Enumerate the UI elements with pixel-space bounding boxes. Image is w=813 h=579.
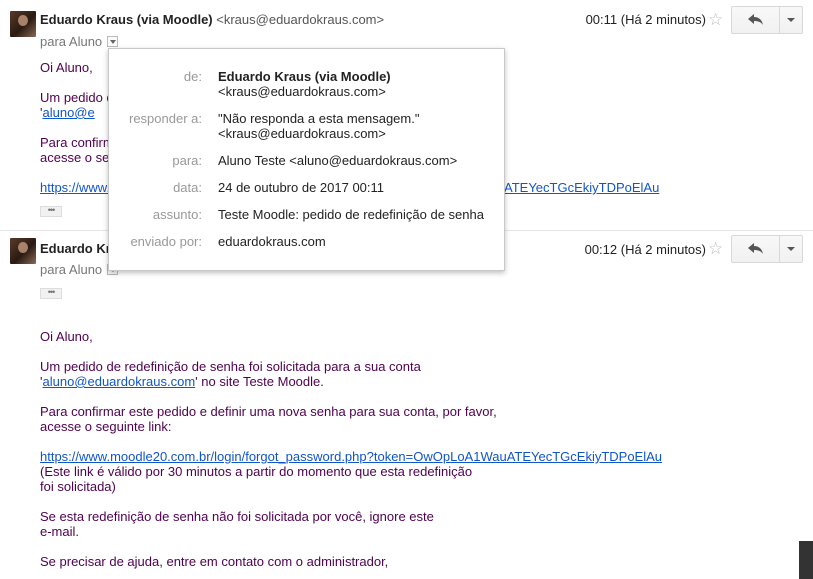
more-options-button[interactable] xyxy=(780,7,802,33)
details-dropdown-icon[interactable] xyxy=(107,36,119,47)
reply-arrow-icon xyxy=(747,14,763,25)
popup-subject-label: assunto: xyxy=(152,207,202,222)
email-greeting: Oi Aluno, xyxy=(40,329,93,344)
recipient-line: para Aluno xyxy=(40,34,119,49)
show-trimmed-content-icon[interactable]: ••• xyxy=(40,206,62,217)
reply-button[interactable] xyxy=(732,236,780,262)
collapsed-greeting: Oi Aluno, xyxy=(40,60,93,75)
star-outline-icon[interactable]: ☆ xyxy=(708,240,723,257)
reply-button-group xyxy=(731,6,803,34)
popup-date-label: data: xyxy=(173,180,202,195)
collapsed-link-tail-text[interactable]: ATEYecTGcEkiyTDPoElAu xyxy=(504,180,659,195)
email-paragraph-1-line-1: Um pedido de redefinição de senha foi so… xyxy=(40,359,421,374)
site-name-text: ' no site Teste Moodle. xyxy=(195,374,324,389)
sender-name[interactable]: Eduardo Kraus (via Moodle) xyxy=(40,12,213,27)
collapsed-line-2: 'aluno@e xyxy=(40,105,95,120)
account-email-link[interactable]: aluno@eduardokraus.com xyxy=(42,374,195,389)
reply-button[interactable] xyxy=(732,7,780,33)
popup-reply-name: "Não responda a esta mensagem." xyxy=(218,111,420,126)
email-paragraph-3-line-2: e-mail. xyxy=(40,524,80,539)
collapsed-link-text[interactable]: https://www. xyxy=(40,180,110,195)
email-paragraph-3-line-1: Se esta redefinição de senha não foi sol… xyxy=(40,509,434,524)
more-options-button[interactable] xyxy=(780,236,802,262)
email-paragraph-2-line-1: Para confirmar este pedido e definir uma… xyxy=(40,404,497,419)
message-timestamp: 00:12 (Há 2 minutos) xyxy=(584,242,706,257)
sender[interactable]: Eduardo Kraus (via Moodle) <kraus@eduard… xyxy=(40,12,384,27)
collapsed-link-tail[interactable]: ATEYecTGcEkiyTDPoElAu xyxy=(504,180,659,195)
reply-arrow-icon xyxy=(747,243,763,254)
collapsed-line-1: Um pedido d xyxy=(40,90,114,105)
reset-password-link[interactable]: https://www.moodle20.com.br/login/forgot… xyxy=(40,449,662,464)
popup-to-value: Aluno Teste <aluno@eduardokraus.com> xyxy=(218,153,458,168)
email-paragraph-2-line-2: acesse o seguinte link: xyxy=(40,419,172,434)
popup-from-label: de: xyxy=(183,69,202,84)
email-paragraph-4-line-1: Se precisar de ajuda, entre em contato c… xyxy=(40,554,389,569)
chevron-down-icon xyxy=(787,247,795,251)
email-paragraph-1-line-2: 'aluno@eduardokraus.com' no site Teste M… xyxy=(40,374,324,389)
floating-widget-edge[interactable] xyxy=(799,541,813,579)
collapsed-line-4: acesse o se xyxy=(40,150,110,165)
sender-email: <kraus@eduardokraus.com> xyxy=(216,12,385,27)
popup-sent-by-value: eduardokraus.com xyxy=(218,234,326,249)
message-timestamp: 00:11 (Há 2 minutos) xyxy=(585,12,706,27)
reset-link-line[interactable]: https://www.moodle20.com.br/login/forgot… xyxy=(40,449,662,464)
message-details-popup: de: Eduardo Kraus (via Moodle) <kraus@ed… xyxy=(108,48,505,271)
star-outline-icon[interactable]: ☆ xyxy=(708,11,723,28)
sender-avatar xyxy=(10,11,36,37)
chevron-down-icon xyxy=(787,18,795,22)
sender-avatar xyxy=(10,238,36,264)
recipient-label: para Aluno xyxy=(40,262,103,277)
popup-reply-label: responder a: xyxy=(129,111,202,126)
popup-from-email: <kraus@eduardokraus.com> xyxy=(218,84,386,99)
popup-to-label: para: xyxy=(172,153,202,168)
popup-subject-value: Teste Moodle: pedido de redefinição de s… xyxy=(218,207,484,222)
recipient-line: para Aluno xyxy=(40,262,119,277)
validity-line-1: (Este link é válido por 30 minutos a par… xyxy=(40,464,473,479)
popup-reply-email: <kraus@eduardokraus.com> xyxy=(218,126,386,141)
reply-button-group xyxy=(731,235,803,263)
collapsed-link[interactable]: https://www. xyxy=(40,180,110,195)
collapsed-email-link[interactable]: aluno@e xyxy=(42,105,94,120)
popup-from-name-text: Eduardo Kraus (via Moodle) xyxy=(218,69,391,84)
collapsed-line-3: Para confirm xyxy=(40,135,114,150)
validity-line-2: foi solicitada) xyxy=(40,479,116,494)
popup-date-value: 24 de outubro de 2017 00:11 xyxy=(218,180,385,195)
recipient-label: para Aluno xyxy=(40,34,103,49)
popup-sent-by-label: enviado por: xyxy=(130,234,202,249)
popup-from-name: Eduardo Kraus (via Moodle) xyxy=(218,69,391,84)
show-trimmed-content-icon[interactable]: ••• xyxy=(40,288,62,299)
